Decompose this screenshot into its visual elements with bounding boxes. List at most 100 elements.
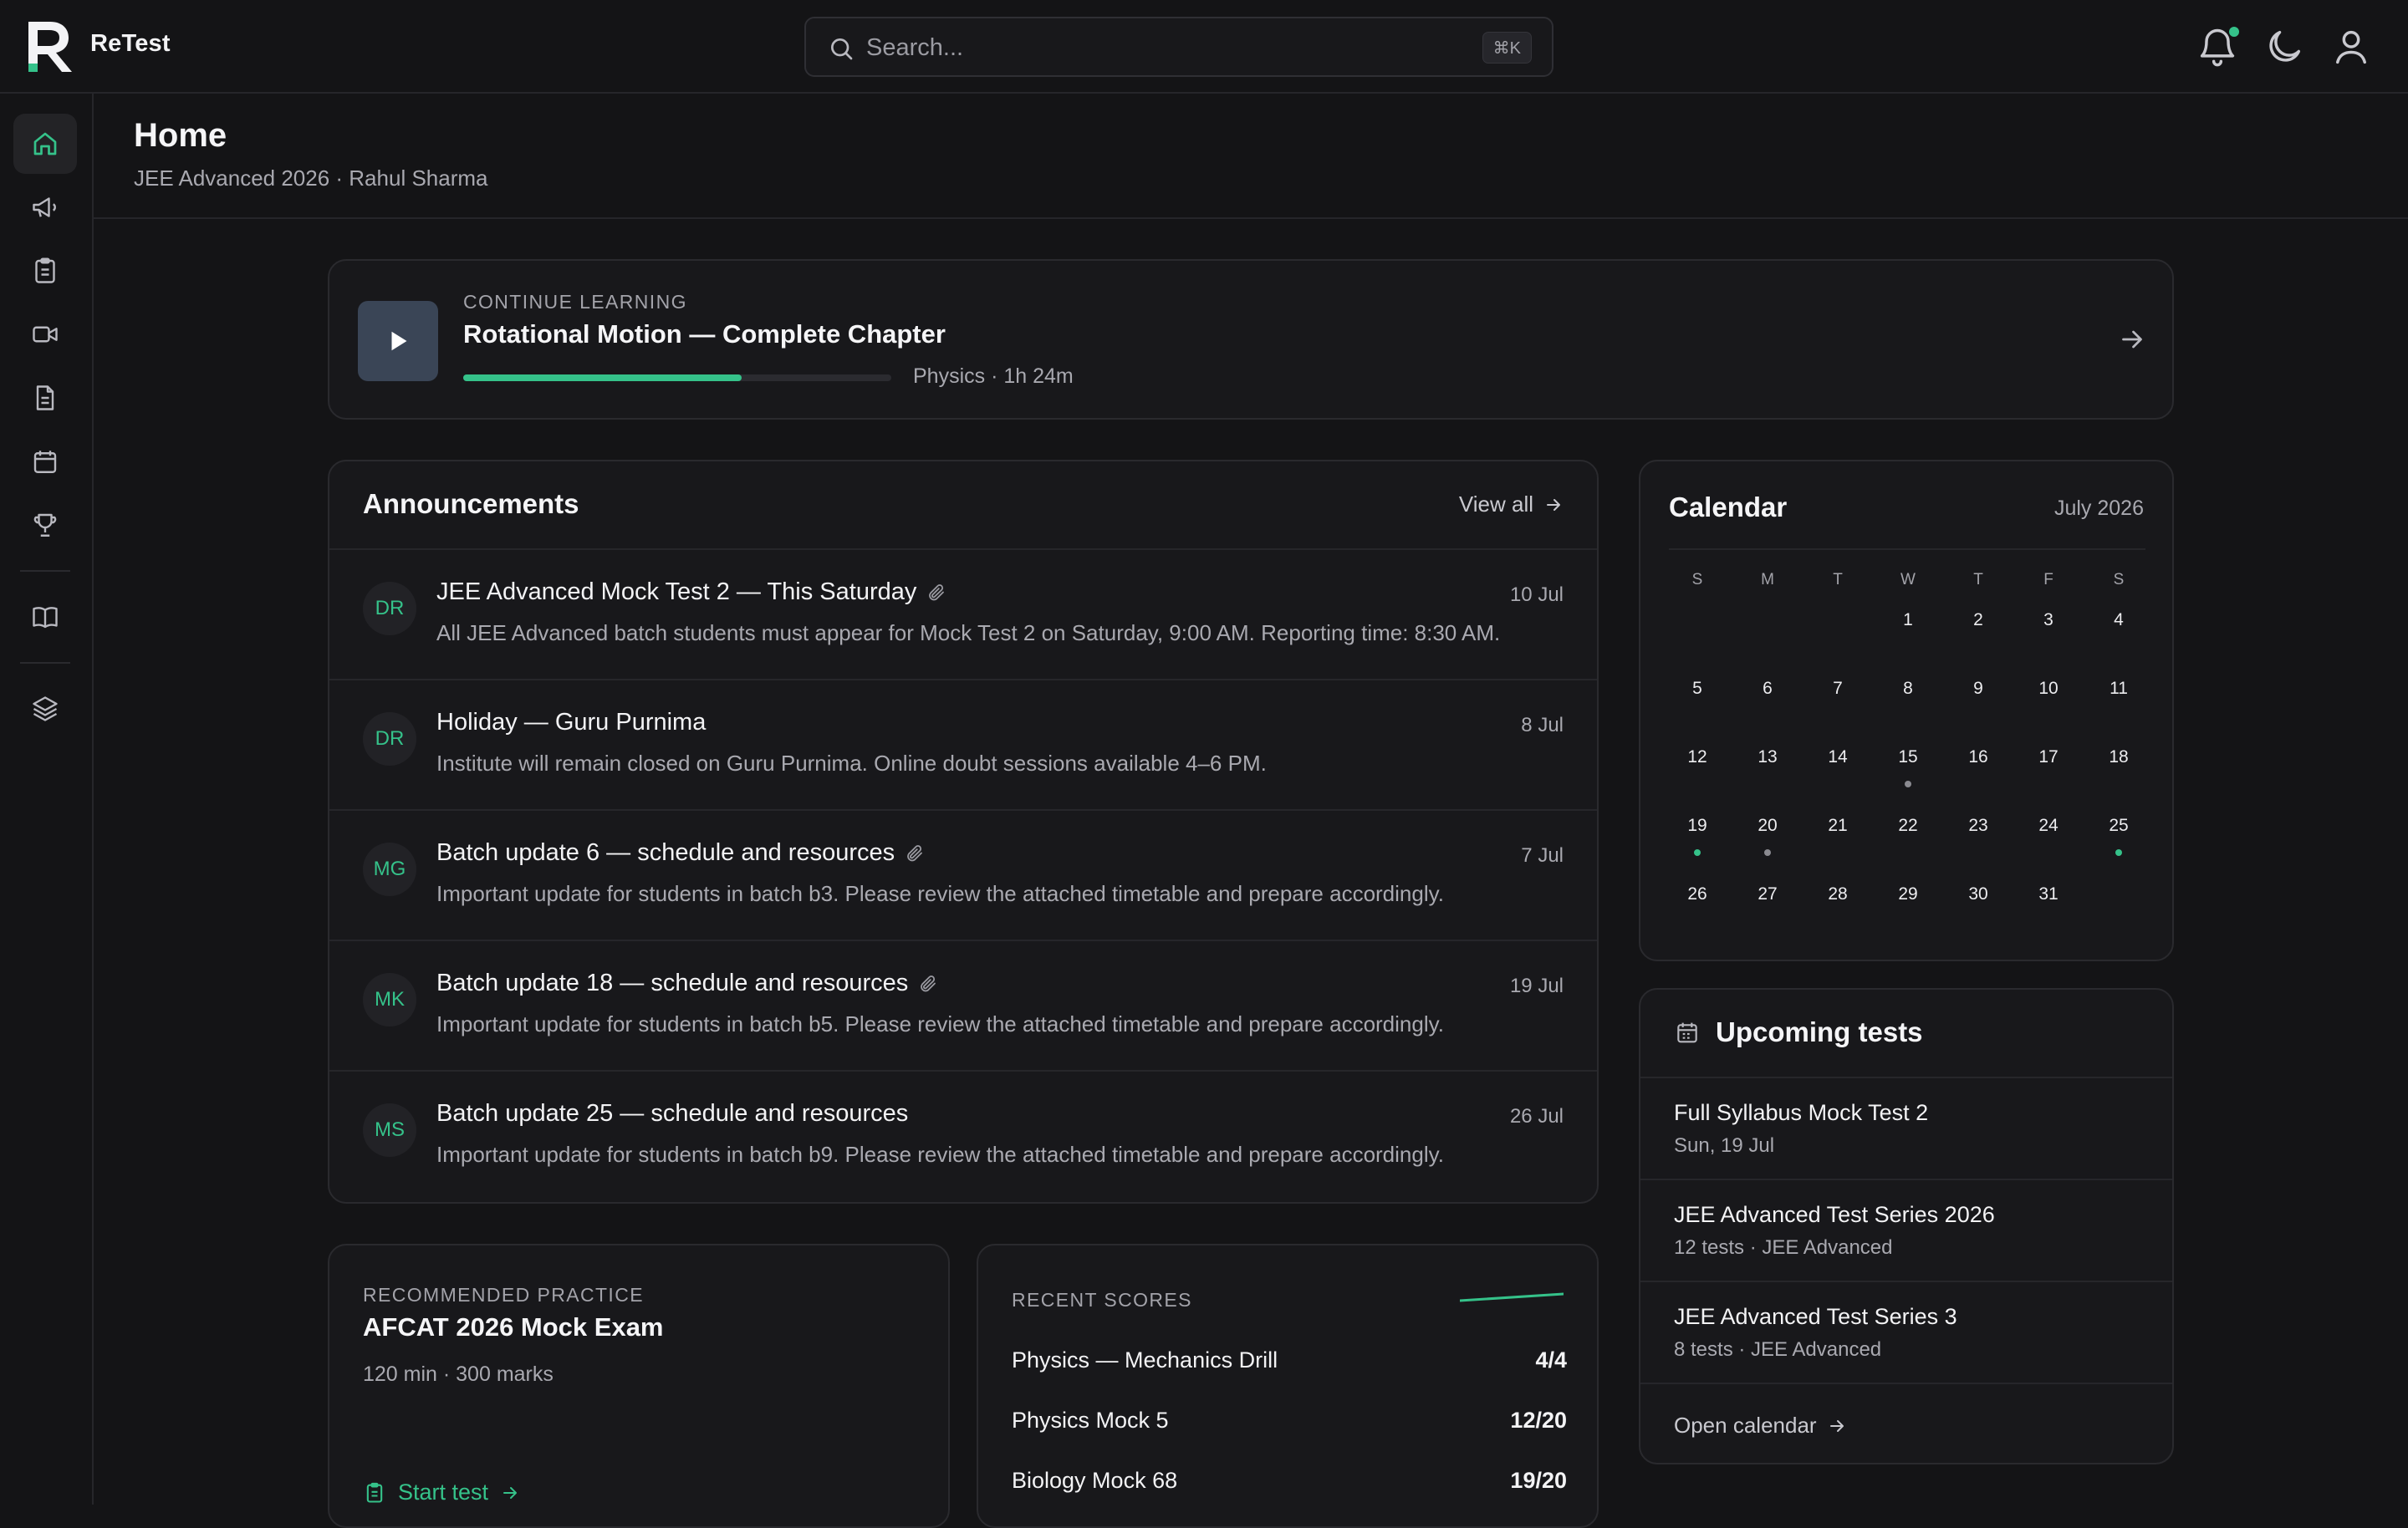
announcement-title[interactable]: Batch update 6 — schedule and resources xyxy=(436,839,925,867)
calendar-day[interactable]: 15 xyxy=(1873,732,1943,801)
progress-bar xyxy=(463,374,891,381)
calendar-day[interactable]: 10 xyxy=(2013,664,2084,732)
open-calendar-link[interactable]: Open calendar xyxy=(1640,1383,2172,1463)
sidebar-item-library[interactable] xyxy=(13,587,77,647)
calendar-empty-cell xyxy=(1732,595,1803,664)
calendar-day[interactable]: 13 xyxy=(1732,732,1803,801)
calendar-day[interactable]: 18 xyxy=(2084,732,2154,801)
calendar-day[interactable]: 25 xyxy=(2084,801,2154,869)
calendar-day[interactable]: 30 xyxy=(1943,869,2013,938)
score-row[interactable]: Biology Mock 68 19/20 xyxy=(1012,1468,1567,1494)
calendar-day[interactable]: 23 xyxy=(1943,801,2013,869)
announcement-row[interactable]: MG Batch update 6 — schedule and resource… xyxy=(329,809,1597,940)
calendar-day[interactable]: 17 xyxy=(2013,732,2084,801)
calendar-day[interactable]: 19 xyxy=(1662,801,1732,869)
announcement-title-text: Holiday — Guru Purnima xyxy=(436,709,707,736)
arrow-right-icon[interactable] xyxy=(2117,324,2147,354)
upcoming-test-row[interactable]: JEE Advanced Test Series 3 8 tests · JEE … xyxy=(1640,1281,2172,1383)
event-dot xyxy=(1764,849,1771,856)
upcoming-test-row[interactable]: JEE Advanced Test Series 2026 12 tests · … xyxy=(1640,1179,2172,1281)
calendar-day-number: 3 xyxy=(2043,610,2053,629)
brand-name[interactable]: ReTest xyxy=(90,30,171,58)
continue-learning-title[interactable]: Rotational Motion — Complete Chapter xyxy=(463,319,946,349)
calendar-day[interactable]: 29 xyxy=(1873,869,1943,938)
calendar-day-number: 21 xyxy=(1828,816,1848,835)
notification-dot xyxy=(2227,25,2241,38)
announcement-title-text: Batch update 18 — schedule and resources xyxy=(436,970,909,996)
calendar-day[interactable]: 12 xyxy=(1662,732,1732,801)
sidebar-item-leaderboard[interactable] xyxy=(13,495,77,555)
score-row[interactable]: Physics — Mechanics Drill 4/4 xyxy=(1012,1347,1567,1373)
calendar-day[interactable]: 11 xyxy=(2084,664,2154,732)
announcement-title[interactable]: Batch update 25 — schedule and resources xyxy=(436,1100,908,1128)
retest-logo[interactable] xyxy=(25,20,75,74)
calendar-day[interactable]: 2 xyxy=(1943,595,2013,664)
upcoming-test-name: JEE Advanced Test Series 3 xyxy=(1674,1304,1957,1329)
calendar-day[interactable]: 16 xyxy=(1943,732,2013,801)
sidebar-item-tests[interactable] xyxy=(13,241,77,301)
announcement-title-text: JEE Advanced Mock Test 2 — This Saturday xyxy=(436,578,917,605)
announcement-title[interactable]: JEE Advanced Mock Test 2 — This Saturday xyxy=(436,578,946,606)
calendar-day[interactable]: 24 xyxy=(2013,801,2084,869)
announcement-row[interactable]: DR JEE Advanced Mock Test 2 — This Saturd… xyxy=(329,548,1597,679)
weekday-label: M xyxy=(1761,571,1774,588)
announcement-row[interactable]: MK Batch update 18 — schedule and resourc… xyxy=(329,940,1597,1070)
calendar-day[interactable]: 22 xyxy=(1873,801,1943,869)
calendar-day[interactable]: 31 xyxy=(2013,869,2084,938)
calendar-day[interactable]: 6 xyxy=(1732,664,1803,732)
calendar-day[interactable]: 4 xyxy=(2084,595,2154,664)
calendar-day[interactable]: 14 xyxy=(1803,732,1873,801)
avatar: MS xyxy=(363,1103,416,1157)
view-all-link[interactable]: View all xyxy=(1459,492,1564,517)
calendar-week: 12 13 14 15 16 17 18 xyxy=(1662,732,2154,801)
calendar-day[interactable]: 3 xyxy=(2013,595,2084,664)
sidebar-divider xyxy=(20,570,70,572)
calendar-day[interactable]: 27 xyxy=(1732,869,1803,938)
sidebar-item-home[interactable] xyxy=(13,114,77,174)
calendar-day[interactable]: 28 xyxy=(1803,869,1873,938)
calendar-title: Calendar xyxy=(1669,492,1788,522)
clipboard-icon xyxy=(366,1482,383,1503)
sidebar-item-resources[interactable] xyxy=(13,679,77,739)
sidebar-item-videos[interactable] xyxy=(13,304,77,364)
continue-learning-card[interactable]: CONTINUE LEARNING Rotational Motion — Co… xyxy=(328,259,2174,420)
weekday-label: T xyxy=(1833,571,1843,588)
weekday-header: SMTWTFS xyxy=(1662,565,2154,595)
announcement-title[interactable]: Batch update 18 — schedule and resources xyxy=(436,970,938,997)
clipboard-icon xyxy=(35,257,55,283)
calendar-day-number: 1 xyxy=(1903,610,1913,629)
sidebar-item-notes[interactable] xyxy=(13,368,77,428)
announcement-row[interactable]: MS Batch update 25 — schedule and resourc… xyxy=(329,1070,1597,1200)
calendar-day[interactable]: 26 xyxy=(1662,869,1732,938)
search-bar[interactable]: Search... ⌘K xyxy=(804,17,1553,77)
announcement-date: 19 Jul xyxy=(1509,975,1564,997)
sidebar-item-announcements[interactable] xyxy=(13,177,77,237)
weekday-label: F xyxy=(2043,571,2053,588)
calendar-day[interactable]: 7 xyxy=(1803,664,1873,732)
calendar-day-number: 12 xyxy=(1687,747,1707,767)
sidebar-item-calendar[interactable] xyxy=(13,431,77,492)
calendar-day[interactable]: 5 xyxy=(1662,664,1732,732)
megaphone-icon xyxy=(33,197,56,217)
user-icon[interactable] xyxy=(2329,25,2373,69)
calendar-day[interactable]: 20 xyxy=(1732,801,1803,869)
score-row[interactable]: Physics Mock 5 12/20 xyxy=(1012,1408,1567,1434)
play-button[interactable] xyxy=(358,301,438,381)
moon-icon[interactable] xyxy=(2263,25,2306,69)
calendar-week: 1 2 3 4 xyxy=(1662,595,2154,664)
search-input[interactable]: Search... xyxy=(866,34,963,62)
calendar-day[interactable]: 1 xyxy=(1873,595,1943,664)
calendar-icon xyxy=(33,451,57,473)
calendar-day-number: 5 xyxy=(1692,679,1702,698)
announcement-title[interactable]: Holiday — Guru Purnima xyxy=(436,709,706,736)
upcoming-test-row[interactable]: Full Syllabus Mock Test 2 Sun, 19 Jul xyxy=(1640,1077,2172,1179)
calendar-day-number: 9 xyxy=(1973,679,1983,698)
score-value: 19/20 xyxy=(1510,1468,1567,1493)
calendar-day[interactable]: 9 xyxy=(1943,664,2013,732)
book-icon xyxy=(33,607,58,629)
calendar-day[interactable]: 8 xyxy=(1873,664,1943,732)
calendar-day[interactable]: 21 xyxy=(1803,801,1873,869)
score-value: 12/20 xyxy=(1510,1408,1567,1433)
start-test-button[interactable]: Start test xyxy=(363,1480,520,1505)
announcement-row[interactable]: DR Holiday — Guru Purnima 8 Jul Institute w… xyxy=(329,679,1597,809)
